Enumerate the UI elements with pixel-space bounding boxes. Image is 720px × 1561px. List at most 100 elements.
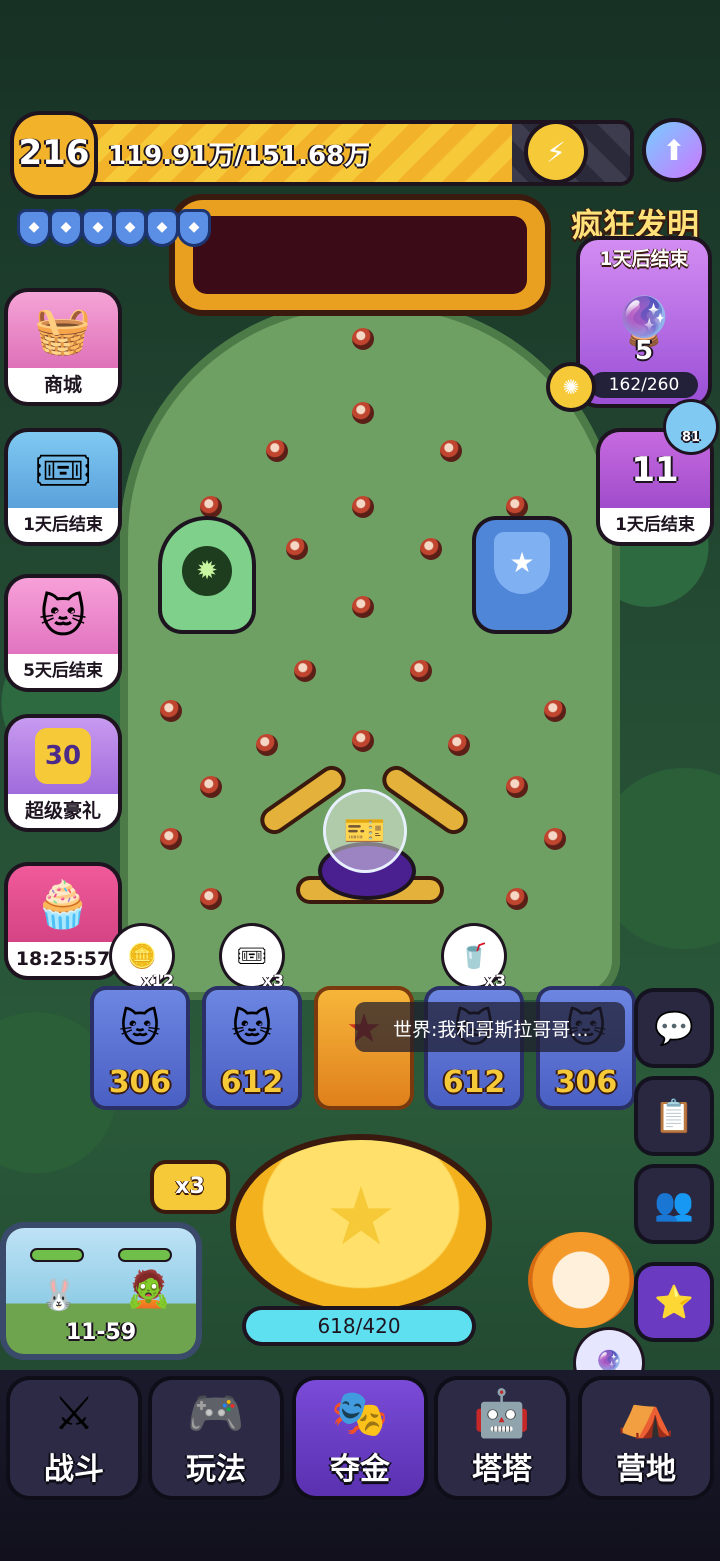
speech-bubble-icon: 💬 xyxy=(654,1009,694,1047)
cat-badge-button[interactable]: ⭐ xyxy=(638,1266,710,1338)
exp-text: 119.91万/151.68万 xyxy=(108,141,371,171)
reward-slot: 🐱 612 xyxy=(206,990,298,1106)
peg xyxy=(200,776,222,798)
gold-cat-pile-icon: 🐱 xyxy=(119,1006,161,1052)
slot-value: 612 xyxy=(220,1065,284,1100)
gold-cat-pile-icon: 🐱 xyxy=(231,1006,273,1052)
slot-value: 612 xyxy=(442,1065,506,1100)
shield-icon: ◆ xyxy=(20,212,48,244)
basket-icon: 🧺 xyxy=(34,302,92,357)
crazy-invention-card[interactable]: 1天后结束 🔮 5 162/260 xyxy=(580,240,708,404)
nav-gameplay-label: 玩法 xyxy=(186,1452,246,1487)
reward-bubble: 🎟 x3 xyxy=(222,926,284,990)
nav-gold-rush[interactable]: 🎭 夺金 xyxy=(296,1380,424,1496)
peg xyxy=(506,888,528,910)
marquee-screen xyxy=(193,216,527,294)
cat-gold-icon: 🐱 xyxy=(39,589,87,643)
launch-gold-button[interactable]: ★ xyxy=(236,1140,486,1310)
reward-bubble: 🪙 x12 xyxy=(112,926,174,990)
nav-battle-label: 战斗 xyxy=(44,1452,104,1487)
shop-label: 商城 xyxy=(8,368,118,402)
ticket-icon: 🎟 xyxy=(33,442,93,497)
egg-bumper[interactable]: ✹ xyxy=(162,520,252,630)
peg xyxy=(352,730,374,752)
nav-gameplay[interactable]: 🎮 玩法 xyxy=(152,1380,280,1496)
lightning-upgrade-button[interactable]: ⚡ xyxy=(528,124,584,180)
shield-bumper[interactable]: ★ xyxy=(476,520,568,630)
chat-message: 世界:我和哥斯拉哥哥... xyxy=(393,1019,589,1041)
marquee-sign xyxy=(175,200,545,310)
peg xyxy=(448,734,470,756)
nav-camp[interactable]: ⛺ 营地 xyxy=(582,1380,710,1496)
shield-icon: ◆ xyxy=(180,212,208,244)
peg xyxy=(160,700,182,722)
super-gift-button[interactable]: 30 超级豪礼 xyxy=(8,718,118,828)
gamepad-icon: 🎮 xyxy=(187,1386,245,1440)
up-arrow-icon: ⬆ xyxy=(662,133,686,167)
tasks-button[interactable]: 📋 xyxy=(638,1080,710,1152)
peg xyxy=(544,828,566,850)
super-gift-label: 超级豪礼 xyxy=(8,794,118,828)
peg xyxy=(256,734,278,756)
friends-button[interactable]: 👥 xyxy=(638,1168,710,1240)
shield-icon: ◆ xyxy=(116,212,144,244)
nav-gold-rush-label: 夺金 xyxy=(330,1452,390,1487)
friends-icon: 👥 xyxy=(654,1185,694,1223)
ball-bubble-icon: 🎫 xyxy=(326,792,404,870)
ticket-badge-count: 81 xyxy=(681,430,701,445)
peg xyxy=(200,496,222,518)
shield-icon: ◆ xyxy=(52,212,80,244)
nav-tata-label: 塔塔 xyxy=(472,1452,532,1487)
nav-camp-label: 营地 xyxy=(616,1452,676,1487)
star-icon: ★ xyxy=(325,1170,397,1263)
crazy-invention-count: 5 xyxy=(634,336,654,366)
peg xyxy=(410,660,432,682)
ticket-badge: 81 xyxy=(666,402,716,452)
star-cat-icon: ✹ xyxy=(182,546,232,596)
peg xyxy=(506,496,528,518)
robot-cat-icon: 🤖 xyxy=(473,1386,531,1440)
gold-cat-event-button[interactable]: 🐱 5天后结束 xyxy=(8,578,118,688)
enemy-health-bar xyxy=(120,1250,170,1260)
swords-icon: ⚔ xyxy=(53,1386,95,1440)
bubble-multiplier: x3 xyxy=(484,971,506,990)
level-badge[interactable]: 216 xyxy=(14,115,94,195)
ticket-event-timer: 1天后结束 xyxy=(8,508,118,542)
reward-bubble: 🥤 x3 xyxy=(444,926,506,990)
energy-can-icon: 🥤 xyxy=(459,942,489,970)
cat-star-icon: ⭐ xyxy=(654,1283,694,1321)
level-number: 216 xyxy=(18,133,90,173)
chat-button[interactable]: 💬 xyxy=(638,992,710,1064)
peg xyxy=(266,440,288,462)
bubble-multiplier: x12 xyxy=(141,971,174,990)
shop-button[interactable]: 🧺 商城 xyxy=(8,292,118,402)
shield-icon: ◆ xyxy=(84,212,112,244)
crazy-invention-progress: 162/260 xyxy=(590,372,698,398)
crazy-invention-timer: 1天后结束 xyxy=(599,248,689,270)
zombie-enemy-icon: 🧟 xyxy=(126,1269,171,1310)
peg xyxy=(352,402,374,424)
nav-tata[interactable]: 🤖 塔塔 xyxy=(438,1380,566,1496)
lightning-icon: ⚡ xyxy=(546,135,566,169)
peg xyxy=(286,538,308,560)
cake-event-countdown: 18:25:57 xyxy=(8,942,118,976)
peg xyxy=(200,888,222,910)
cake-event-button[interactable]: 🧁 18:25:57 xyxy=(8,866,118,976)
nav-battle[interactable]: ⚔ 战斗 xyxy=(10,1380,138,1496)
gold-cat-event-timer: 5天后结束 xyxy=(8,654,118,688)
peg xyxy=(506,776,528,798)
coin-icon: 🪙 xyxy=(127,942,157,970)
coin-progress: 618/420 xyxy=(246,1310,472,1342)
reward-slot: 🐱 306 xyxy=(94,990,186,1106)
peg xyxy=(352,328,374,350)
flower-mascot xyxy=(528,1232,634,1328)
peg xyxy=(294,660,316,682)
level-up-button[interactable]: ⬆ xyxy=(646,122,702,178)
ticket-event-button[interactable]: 🎟 1天后结束 xyxy=(8,432,118,542)
world-chat-preview[interactable]: 世界:我和哥斯拉哥哥... xyxy=(355,1002,625,1052)
player-health-bar xyxy=(32,1250,82,1260)
multiplier-button[interactable]: x3 xyxy=(154,1164,226,1210)
peg xyxy=(352,496,374,518)
shield-icon: ◆ xyxy=(148,212,176,244)
rabbit-hero-icon: 🐰 xyxy=(40,1278,78,1313)
